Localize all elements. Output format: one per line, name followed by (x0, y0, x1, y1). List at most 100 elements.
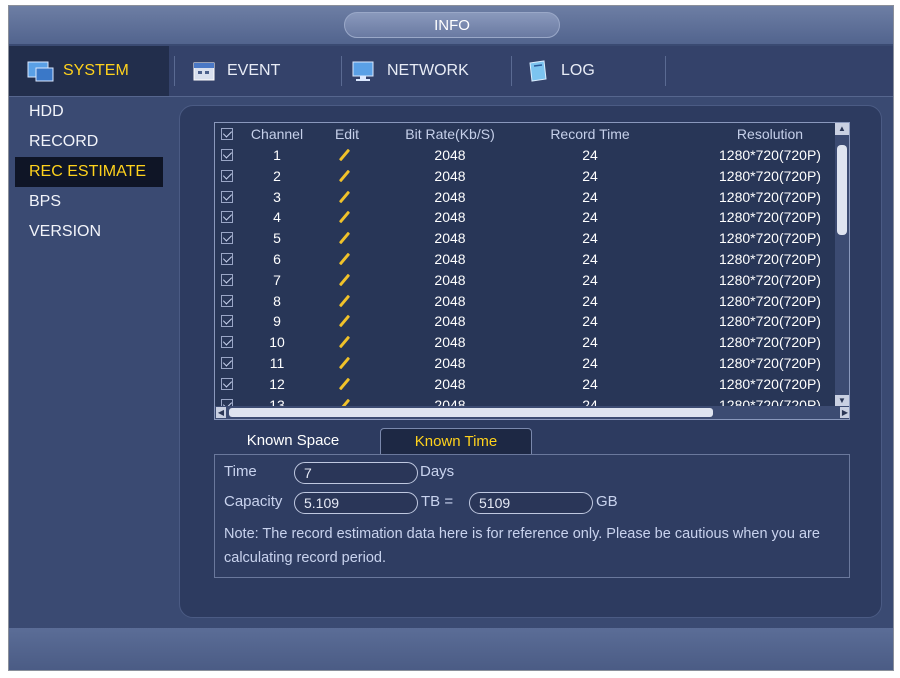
edit-pencil-icon[interactable] (338, 169, 351, 183)
edit-pencil-icon[interactable] (338, 356, 351, 370)
table-row[interactable]: 11 2048 24 1280*720(720P) (215, 353, 837, 374)
row-checkbox[interactable] (221, 252, 233, 265)
row-checkbox[interactable] (221, 356, 233, 369)
table-row[interactable]: 8 2048 24 1280*720(720P) (215, 291, 837, 312)
table-row[interactable]: 2 2048 24 1280*720(720P) (215, 166, 837, 187)
edit-pencil-icon[interactable] (338, 294, 351, 307)
cell-record-time: 24 (582, 147, 598, 163)
tab-network[interactable]: NETWORK (351, 46, 511, 96)
cell-resolution: 1280*720(720P) (719, 250, 821, 267)
header-resolution[interactable]: Resolution (705, 123, 835, 145)
table-header: Channel Edit Bit Rate(Kb/S) Record Time … (215, 123, 837, 145)
sidebar-item-bps[interactable]: BPS (9, 187, 169, 217)
table-row[interactable]: 10 2048 24 1280*720(720P) (215, 332, 837, 353)
vertical-scroll-thumb[interactable] (837, 145, 847, 235)
edit-pencil-icon[interactable] (338, 273, 351, 287)
table-row[interactable]: 6 2048 24 1280*720(720P) (215, 249, 837, 270)
table-row[interactable]: 9 2048 24 1280*720(720P) (215, 311, 837, 332)
cell-channel: 12 (269, 375, 285, 392)
horizontal-scroll-thumb[interactable] (229, 408, 713, 417)
tab-system[interactable]: SYSTEM (9, 46, 169, 96)
dvr-window: INFO SYSTEM EVENT NETWORK LOG HDD RECORD… (8, 5, 894, 671)
main-tab-bar: SYSTEM EVENT NETWORK LOG (9, 46, 893, 97)
table-row[interactable]: 7 2048 24 1280*720(720P) (215, 270, 837, 291)
cell-channel: 3 (273, 188, 281, 205)
horizontal-scrollbar[interactable]: ◀ ▶ (215, 406, 849, 419)
table-row[interactable]: 12 2048 24 1280*720(720P) (215, 374, 837, 395)
cell-record-time: 24 (582, 334, 598, 351)
cell-channel: 5 (273, 230, 281, 247)
sidebar-item-rec-estimate[interactable]: REC ESTIMATE (15, 157, 163, 187)
cell-resolution: 1280*720(720P) (719, 230, 821, 247)
sidebar-item-record[interactable]: RECORD (9, 127, 169, 157)
edit-pencil-icon[interactable] (338, 211, 351, 224)
edit-pencil-icon[interactable] (338, 377, 351, 391)
channel-table: Channel Edit Bit Rate(Kb/S) Record Time … (214, 122, 850, 420)
window-title: INFO (344, 12, 560, 38)
sidebar-item-version[interactable]: VERSION (9, 217, 169, 247)
title-bar: INFO (9, 6, 893, 44)
vertical-scrollbar[interactable]: ▲ ▼ (835, 123, 849, 407)
tab-known-time[interactable]: Known Time (380, 428, 532, 454)
tab-log[interactable]: LOG (525, 46, 665, 96)
log-book-icon (525, 59, 553, 83)
row-checkbox[interactable] (221, 190, 233, 203)
cell-resolution: 1280*720(720P) (719, 334, 821, 351)
row-checkbox[interactable] (221, 211, 233, 224)
cell-record-time: 24 (582, 313, 598, 330)
header-record-time[interactable]: Record Time (535, 123, 645, 145)
cell-record-time: 24 (582, 167, 598, 184)
cell-bitrate: 2048 (434, 147, 466, 163)
table-row[interactable]: 5 2048 24 1280*720(720P) (215, 228, 837, 249)
row-checkbox[interactable] (221, 273, 233, 286)
cell-bitrate: 2048 (434, 271, 466, 288)
cell-channel: 7 (273, 271, 281, 288)
cell-record-time: 24 (582, 271, 598, 288)
edit-pencil-icon[interactable] (338, 335, 351, 349)
capacity-tb-input[interactable]: 5.109 (294, 492, 418, 514)
edit-pencil-icon[interactable] (338, 190, 351, 203)
table-row[interactable]: 4 2048 24 1280*720(720P) (215, 207, 837, 228)
cell-resolution: 1280*720(720P) (719, 147, 821, 163)
tab-event[interactable]: EVENT (191, 46, 341, 96)
known-time-form: Time 7 Days Capacity 5.109 TB = 5109 GB … (214, 454, 850, 578)
cell-bitrate: 2048 (434, 250, 466, 267)
event-calendar-icon (191, 59, 219, 83)
row-checkbox[interactable] (221, 232, 233, 245)
tab-known-space[interactable]: Known Space (228, 428, 358, 454)
table-row[interactable]: 1 2048 24 1280*720(720P) (215, 145, 837, 166)
cell-bitrate: 2048 (434, 354, 466, 371)
capacity-gb-input[interactable]: 5109 (469, 492, 593, 514)
bottom-bar (9, 628, 893, 670)
row-checkbox[interactable] (221, 149, 233, 161)
edit-pencil-icon[interactable] (338, 148, 351, 162)
edit-pencil-icon[interactable] (338, 231, 351, 245)
header-bitrate[interactable]: Bit Rate(Kb/S) (395, 123, 505, 145)
row-checkbox[interactable] (221, 377, 233, 390)
table-row[interactable]: 3 2048 24 1280*720(720P) (215, 187, 837, 208)
row-checkbox[interactable] (221, 169, 233, 182)
sidebar-item-hdd[interactable]: HDD (9, 97, 169, 127)
row-checkbox[interactable] (221, 336, 233, 349)
scroll-right-arrow-icon[interactable]: ▶ (840, 407, 849, 418)
cell-resolution: 1280*720(720P) (719, 167, 821, 184)
time-input[interactable]: 7 (294, 462, 418, 484)
header-edit[interactable]: Edit (329, 123, 365, 145)
cell-channel: 4 (273, 209, 281, 226)
row-checkbox[interactable] (221, 294, 233, 307)
cell-channel: 8 (273, 292, 281, 309)
tab-divider (665, 56, 666, 86)
edit-pencil-icon[interactable] (338, 252, 351, 266)
edit-pencil-icon[interactable] (338, 315, 351, 328)
scroll-up-arrow-icon[interactable]: ▲ (835, 123, 849, 135)
header-channel[interactable]: Channel (245, 123, 309, 145)
select-all-checkbox[interactable] (221, 128, 233, 140)
cell-resolution: 1280*720(720P) (719, 375, 821, 392)
scroll-left-arrow-icon[interactable]: ◀ (216, 407, 226, 418)
cell-record-time: 24 (582, 230, 598, 247)
cell-channel: 6 (273, 250, 281, 267)
tab-divider (341, 56, 342, 86)
row-checkbox[interactable] (221, 315, 233, 328)
cell-channel: 1 (273, 147, 281, 163)
gb-unit-label: GB (596, 493, 618, 510)
